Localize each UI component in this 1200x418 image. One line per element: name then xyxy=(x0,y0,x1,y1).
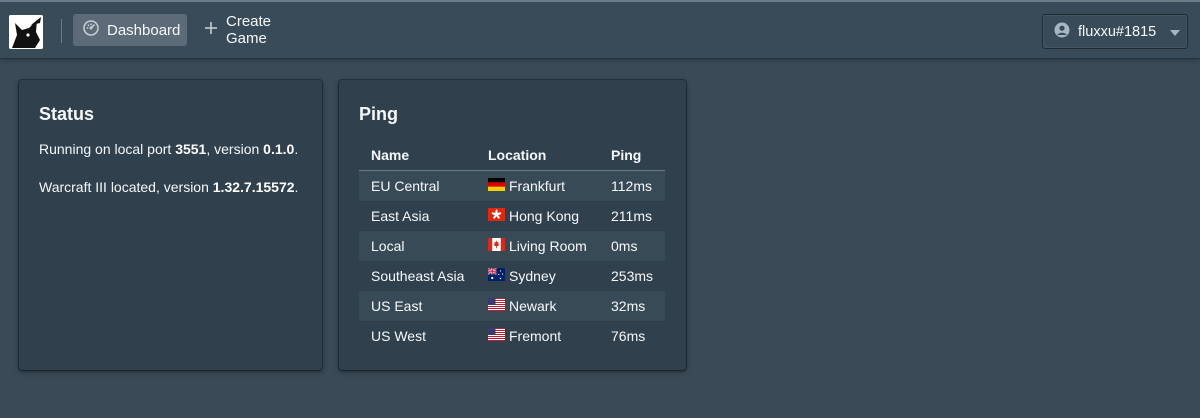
status-running-line: Running on local port 3551, version 0.1.… xyxy=(39,140,302,158)
ping-value: 211ms xyxy=(611,208,652,224)
ping-location-cell: Living Room xyxy=(476,231,599,261)
status-version-text: , version xyxy=(206,141,264,157)
ping-region-name: Southeast Asia xyxy=(371,268,465,284)
dashboard-button[interactable]: Dashboard xyxy=(73,14,187,46)
header-name: Name xyxy=(359,140,476,171)
app-logo[interactable] xyxy=(9,15,43,49)
ping-row: US East Newark 32ms xyxy=(359,291,665,321)
ping-location-name: Frankfurt xyxy=(509,178,566,194)
status-running-text: Running on local port xyxy=(39,141,176,157)
ping-value: 112ms xyxy=(599,170,665,201)
app-version-value: 0.1.0 xyxy=(263,141,295,157)
ping-region-name: East Asia xyxy=(371,208,430,224)
usa-flag-icon xyxy=(488,298,505,314)
ping-location-cell: Fremont xyxy=(476,321,599,351)
ping-location-name: Hong Kong xyxy=(509,208,580,224)
top-navbar: Dashboard Create Game fluxxu#1815 xyxy=(0,0,1200,58)
ping-value: 76ms xyxy=(611,328,646,344)
ping-region-name: US West xyxy=(371,328,426,344)
ping-region-name: US East xyxy=(359,291,476,321)
ping-value: 253ms xyxy=(611,268,654,284)
ping-location-name: Fremont xyxy=(509,328,562,344)
canada-flag-icon xyxy=(488,238,505,254)
create-game-button[interactable]: Create Game xyxy=(194,13,320,47)
ping-value: 32ms xyxy=(599,291,665,321)
ping-table-header: Name Location Ping xyxy=(359,140,665,171)
australia-flag-icon xyxy=(488,268,505,284)
ping-region-name: EU Central xyxy=(359,170,476,201)
ping-row: US West Fremont 76ms xyxy=(359,321,665,351)
ping-location-name: Living Room xyxy=(509,238,587,254)
ping-row: East Asia Hong Kong 211ms xyxy=(359,201,665,231)
plus-icon xyxy=(204,21,218,39)
usa-flag-icon xyxy=(488,328,505,344)
ping-location-cell: Hong Kong xyxy=(476,201,599,231)
dashboard-label: Dashboard xyxy=(107,21,181,39)
status-warcraft-line: Warcraft III located, version 1.32.7.155… xyxy=(39,178,302,196)
hong-kong-flag-icon xyxy=(488,208,505,224)
warcraft-version-value: 1.32.7.15572 xyxy=(212,179,295,195)
header-location: Location xyxy=(476,140,599,171)
ping-table: Name Location Ping EU Central Frankfurt 11… xyxy=(359,140,665,351)
ping-location-cell: Sydney xyxy=(476,261,599,291)
create-game-label: Create Game xyxy=(226,13,272,47)
status-title: Status xyxy=(39,104,95,124)
user-menu-button[interactable]: fluxxu#1815 xyxy=(1042,14,1188,49)
warcraft-period: . xyxy=(294,179,299,195)
ping-card: Ping Name Location Ping EU Central Frankf… xyxy=(339,80,686,370)
ping-row: EU Central Frankfurt 112ms xyxy=(359,170,665,201)
header-ping: Ping xyxy=(599,140,665,171)
status-period: . xyxy=(294,141,299,157)
navbar-divider xyxy=(61,19,62,43)
ping-region-name: Local xyxy=(359,231,476,261)
cat-logo-icon xyxy=(9,15,43,49)
status-card: Status Running on local port 3551, versi… xyxy=(19,80,322,370)
local-port-value: 3551 xyxy=(175,141,207,157)
ping-row: Southeast Asia Sydney 253ms xyxy=(359,261,665,291)
ping-value: 0ms xyxy=(599,231,665,261)
ping-location-name: Sydney xyxy=(509,268,556,284)
user-avatar-icon xyxy=(1054,22,1070,42)
caret-down-icon xyxy=(1170,24,1181,40)
ping-location-cell: Frankfurt xyxy=(476,170,599,201)
ping-title: Ping xyxy=(359,104,398,124)
ping-row: Local Living Room 0ms xyxy=(359,231,665,261)
ping-location-cell: Newark xyxy=(476,291,599,321)
warcraft-located-text: Warcraft III located, version xyxy=(39,179,213,195)
username-label: fluxxu#1815 xyxy=(1078,23,1157,40)
ping-location-name: Newark xyxy=(509,298,557,314)
germany-flag-icon xyxy=(488,178,505,194)
dashboard-icon xyxy=(83,20,99,40)
